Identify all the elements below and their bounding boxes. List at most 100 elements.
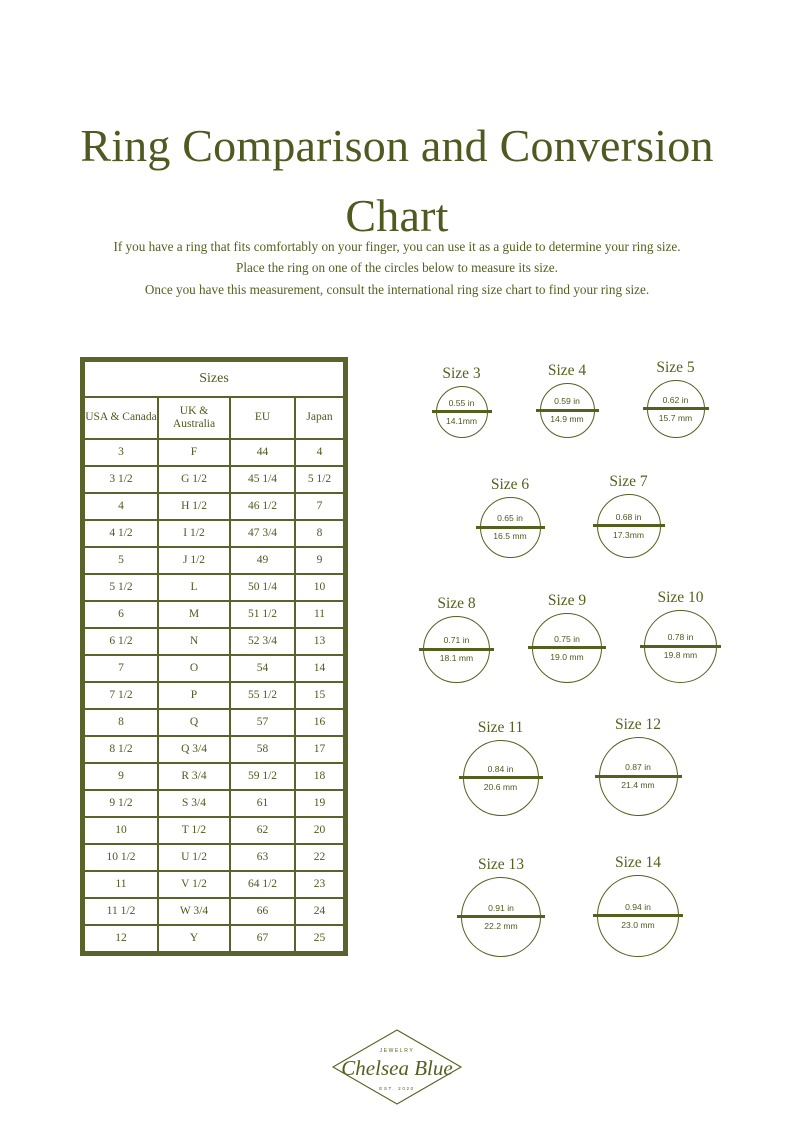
table-row: 8 Q 57 16	[85, 710, 343, 735]
diameter-inches: 0.91 in	[488, 902, 514, 913]
table-cell-0: 10 1/2	[85, 845, 157, 870]
diameter-line	[642, 407, 709, 410]
table-cell-3: 7	[296, 494, 343, 519]
column-header-2: EU	[231, 398, 294, 438]
table-row: 7 O 54 14	[85, 656, 343, 681]
circle-size-label: Size 9	[547, 592, 587, 609]
circle-size-label: Size 11	[477, 719, 524, 736]
diameter-inches: 0.87 in	[625, 762, 651, 772]
table-cell-2: 61	[231, 791, 294, 816]
table-row: 12 Y 67 25	[85, 926, 343, 951]
table-caption: Sizes	[85, 362, 343, 396]
table-cell-3: 24	[296, 899, 343, 924]
circle-item-size-14: Size 14 0.94 in 23.0 mm	[593, 854, 683, 957]
circle-item-size-6: Size 6 0.65 in 16.5 mm	[475, 477, 545, 558]
table-cell-1: S 3/4	[159, 791, 229, 816]
diameter-inches: 0.71 in	[443, 635, 470, 645]
diameter-line	[535, 408, 599, 412]
table-cell-0: 11	[85, 872, 157, 897]
diameter-millimeters: 18.1 mm	[439, 653, 474, 663]
diameter-line	[457, 915, 545, 918]
table-row: 11 1/2 W 3/4 66 24	[85, 899, 343, 924]
table-cell-1: W 3/4	[159, 899, 229, 924]
table-row: 9R 3/4 59 1/2 18	[85, 764, 343, 789]
table-cell-1: Q 3/4	[159, 737, 229, 762]
table-cell-1: O	[159, 656, 229, 681]
table-row: 4H 1/2 46 1/2 7	[85, 494, 343, 519]
measuring-circle: 0.84 in 20.6 mm	[458, 739, 543, 816]
table-cell-3: 11	[296, 602, 343, 627]
table-cell-2: 62	[231, 818, 294, 843]
diameter-inches: 0.62 in	[662, 394, 689, 405]
circle-item-size-8: Size 8 0.71 in 18.1 mm	[419, 596, 494, 683]
circle-size-label: Size 12	[614, 716, 662, 733]
table-cell-1: I 1/2	[159, 521, 229, 546]
diameter-millimeters: 14.1mm	[445, 415, 478, 426]
table-row: 4 1/2 I 1/2 47 3/4 8	[85, 521, 343, 546]
diameter-millimeters: 17.3mm	[612, 529, 645, 540]
table-cell-2: 55 1/2	[231, 683, 294, 708]
diameter-line	[594, 774, 682, 778]
circle-size-label: Size 3	[442, 365, 481, 382]
table-cell-2: 44	[231, 440, 294, 465]
circle-item-size-4: Size 4 0.59 in 14.9 mm	[535, 362, 599, 438]
diameter-line	[458, 776, 543, 779]
table-cell-1: G 1/2	[159, 467, 229, 492]
table-cell-0: 9 1/2	[85, 791, 157, 816]
table-row: 11 V 1/2 64 1/2 23	[85, 872, 343, 897]
table-cell-1: J 1/2	[159, 548, 229, 573]
table-cell-2: 49	[231, 548, 294, 573]
table-cell-3: 25	[296, 926, 343, 951]
table-cell-3: 23	[296, 872, 343, 897]
diameter-millimeters: 19.8 mm	[663, 650, 698, 660]
diameter-millimeters: 15.7 mm	[658, 412, 693, 423]
table-cell-2: 66	[231, 899, 294, 924]
circle-size-label: Size 4	[547, 362, 587, 379]
diameter-inches: 0.75 in	[554, 633, 580, 644]
diameter-inches: 0.55 in	[448, 397, 475, 408]
circle-size-label: Size 10	[657, 589, 704, 606]
circle-size-label: Size 14	[614, 854, 662, 871]
column-header-0: USA & Canada	[85, 398, 157, 438]
table-cell-1: Y	[159, 926, 229, 951]
table-cell-3: 10	[296, 575, 343, 600]
table-cell-0: 8	[85, 710, 157, 735]
size-table: Sizes USA & Canada UK & Australia EU Japan …	[80, 357, 348, 956]
measuring-circle: 0.78 in 19.8 mm	[640, 609, 721, 683]
intro-line-1: If you have a ring that fits comfortably…	[113, 239, 681, 254]
intro-line-2: Place the ring on one of the circles bel…	[236, 260, 558, 276]
table-cell-3: 20	[296, 818, 343, 843]
table-cell-2: 58	[231, 737, 294, 762]
page-title: Ring Comparison and Conversion Chart	[80, 119, 714, 241]
table-cell-2: 51 1/2	[231, 602, 294, 627]
diameter-inches: 0.65 in	[497, 513, 523, 523]
measuring-circle: 0.68 in 17.3mm	[592, 493, 665, 558]
circle-item-size-7: Size 7 0.68 in 17.3mm	[592, 473, 665, 558]
table-cell-3: 19	[296, 791, 343, 816]
circle-size-label: Size 7	[609, 473, 648, 490]
table-cell-0: 12	[85, 926, 157, 951]
diameter-line	[419, 647, 494, 651]
table-cell-2: 45 1/4	[231, 467, 294, 492]
table-cell-3: 8	[296, 521, 343, 546]
circle-size-label: Size 13	[477, 856, 525, 873]
table-row: 10 1/2 U 1/2 63 22	[85, 845, 343, 870]
measuring-circle: 0.65 in 16.5 mm	[475, 496, 545, 558]
intro-line-3: Once you have this measurement, consult …	[144, 281, 650, 297]
logo-tagline-bottom: EST. 2020	[379, 1086, 415, 1091]
table-cell-3: 14	[296, 656, 343, 681]
diameter-line	[475, 525, 545, 529]
table-cell-2: 64 1/2	[231, 872, 294, 897]
circle-row-0: Size 3 0.55 in 14.1mm Size 4 0.59 in 14.9 mm S…	[390, 360, 750, 438]
diameter-millimeters: 20.6 mm	[483, 781, 518, 792]
diameter-millimeters: 14.9 mm	[550, 414, 584, 424]
circle-item-size-12: Size 12 0.87 in 21.4 mm	[594, 716, 682, 816]
table-cell-2: 46 1/2	[231, 494, 294, 519]
circle-size-label: Size 5	[656, 359, 695, 376]
table-cell-2: 52 3/4	[231, 629, 294, 654]
table-cell-3: 17	[296, 737, 343, 762]
measuring-circle: 0.75 in 19.0 mm	[528, 612, 606, 683]
table-row: 3 1/2 G 1/2 45 1/4 5 1/2	[85, 467, 343, 492]
table-body: 3 F 44 4 3 1/2 G 1/2 45 1/4 5 1/2 4 H 1/2 46 1/2 7 4…	[85, 440, 343, 951]
table-cell-1: L	[159, 575, 229, 600]
